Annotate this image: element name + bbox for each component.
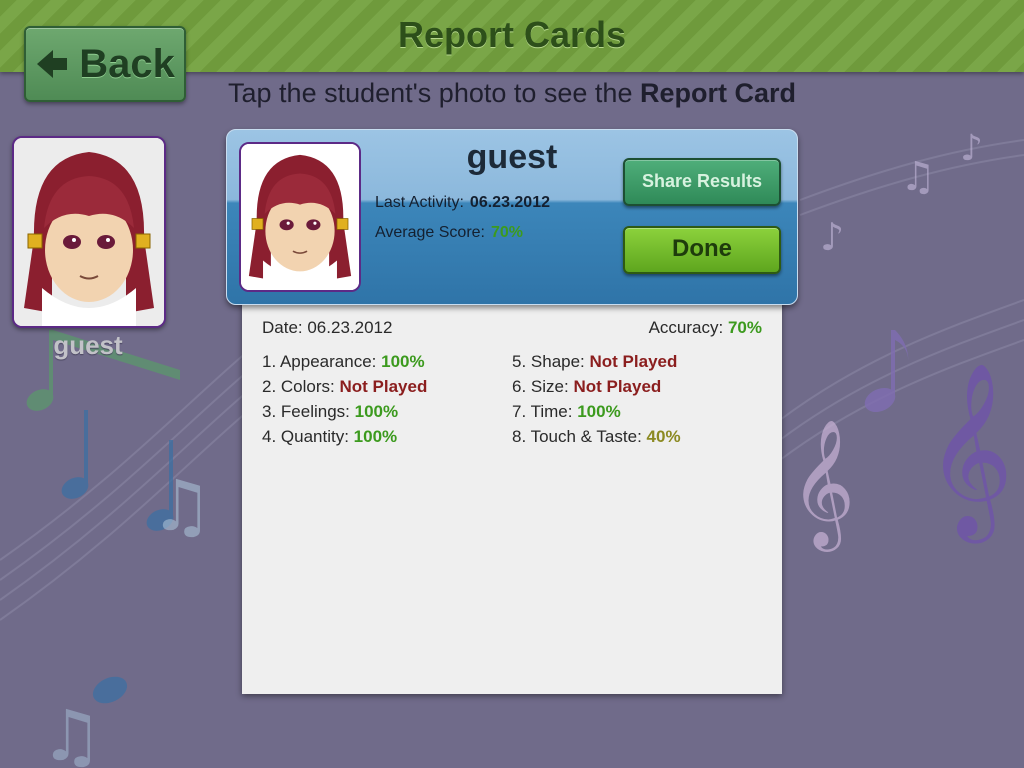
report-card-header: guest Last Activity: 06.23.2012 Average S…: [226, 129, 798, 305]
student-photo-tile[interactable]: [12, 136, 166, 328]
last-activity-row: Last Activity: 06.23.2012: [375, 194, 550, 212]
svg-text:♪: ♪: [960, 128, 983, 169]
item-label: 6. Size:: [512, 377, 569, 396]
report-card-body: Date: 06.23.2012 Accuracy: 70% 1. Appear…: [242, 290, 782, 694]
accuracy-row: Accuracy: 70%: [649, 318, 762, 338]
svg-text:♫: ♫: [40, 695, 103, 768]
report-date: Date: 06.23.2012: [262, 318, 393, 337]
list-item: 3. Feelings: 100%: [262, 402, 398, 422]
svg-text:♫: ♫: [150, 465, 213, 547]
average-score-value: 70%: [491, 224, 524, 241]
instruction-prefix: Tap the student's photo to see the: [228, 78, 640, 108]
item-value: Not Played: [589, 352, 678, 371]
item-value: 100%: [353, 427, 398, 446]
share-results-button[interactable]: Share Results: [623, 158, 781, 206]
svg-text:𝄞: 𝄞: [925, 362, 1014, 544]
list-item: 5. Shape: Not Played: [512, 352, 677, 372]
accuracy-label: Accuracy:: [648, 318, 724, 337]
student-name-label: guest: [53, 330, 123, 360]
item-value: 100%: [381, 352, 425, 371]
list-item: 4. Quantity: 100%: [262, 427, 397, 447]
average-score-label: Average Score:: [375, 224, 485, 241]
item-value: Not Played: [573, 377, 662, 396]
last-activity-value: 06.23.2012: [469, 194, 550, 211]
item-label: 5. Shape:: [512, 352, 585, 371]
svg-text:♪: ♪: [820, 215, 844, 259]
accuracy-value: 70%: [727, 318, 762, 337]
item-value: 40%: [646, 427, 681, 446]
student-avatar-icon: [14, 138, 164, 326]
item-value: 100%: [577, 402, 621, 421]
done-button[interactable]: Done: [623, 226, 781, 274]
last-activity-label: Last Activity:: [375, 194, 464, 211]
item-label: 8. Touch & Taste:: [512, 427, 642, 446]
list-item: 8. Touch & Taste: 40%: [512, 427, 681, 447]
item-label: 2. Colors:: [262, 377, 335, 396]
svg-text:♫: ♫: [900, 154, 936, 200]
svg-text:𝄞: 𝄞: [790, 418, 855, 552]
item-value: 100%: [354, 402, 399, 421]
instruction-emphasis: Report Card: [639, 78, 796, 108]
list-item: 2. Colors: Not Played: [262, 377, 427, 397]
average-score-row: Average Score: 70%: [375, 224, 523, 242]
item-label: 7. Time:: [512, 402, 573, 421]
item-value: Not Played: [339, 377, 428, 396]
item-label: 1. Appearance:: [262, 352, 377, 371]
report-avatar: [239, 142, 361, 292]
student-avatar-icon: [241, 144, 359, 290]
back-arrow-icon: [37, 50, 68, 78]
item-label: 3. Feelings:: [262, 402, 350, 421]
student-name-heading: guest: [466, 138, 558, 176]
list-item: 1. Appearance: 100%: [262, 352, 425, 372]
list-item: 7. Time: 100%: [512, 402, 621, 422]
list-item: 6. Size: Not Played: [512, 377, 661, 397]
instruction-text: Tap the student's photo to see the Repor…: [0, 78, 1024, 109]
item-label: 4. Quantity:: [262, 427, 349, 446]
